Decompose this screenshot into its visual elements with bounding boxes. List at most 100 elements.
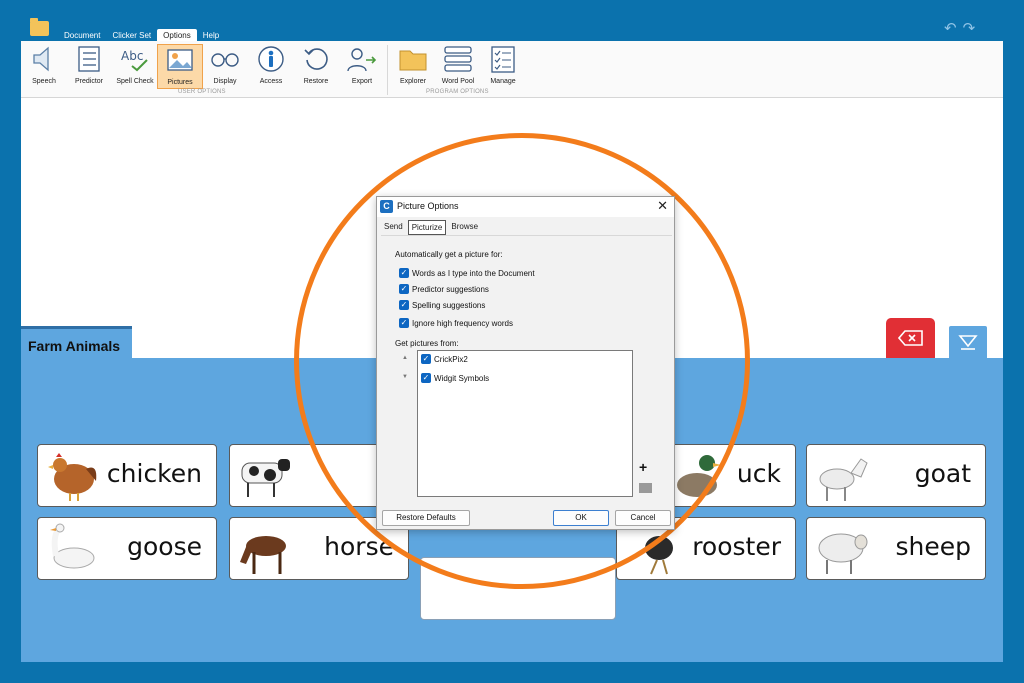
cow-picture xyxy=(241,459,290,497)
cell-word: goose xyxy=(127,532,202,561)
spell-check-icon: Abc xyxy=(112,44,158,74)
glasses-icon xyxy=(202,44,248,74)
cancel-button[interactable]: Cancel xyxy=(615,510,671,526)
manage-label: Manage xyxy=(490,78,516,85)
predictor-label: Predictor xyxy=(74,78,103,85)
delete-button[interactable] xyxy=(886,318,935,358)
user-options-group-label: USER OPTIONS xyxy=(178,89,226,95)
display-label: Display xyxy=(213,78,237,85)
dialog-title: Picture Options xyxy=(397,201,459,211)
backspace-icon xyxy=(897,330,923,346)
tab-picturize[interactable]: Picturize xyxy=(407,220,447,235)
cell-word: horse xyxy=(324,532,394,561)
cell-chicken[interactable]: chicken xyxy=(37,444,217,507)
picture-icon xyxy=(158,45,202,75)
cell-sheep[interactable]: sheep xyxy=(806,517,986,580)
folder-icon xyxy=(390,44,436,74)
option-words-as-typed[interactable]: ✓ Words as I type into the Document xyxy=(399,268,535,278)
export-user-icon xyxy=(339,44,385,74)
explorer-button[interactable]: Explorer xyxy=(390,44,436,89)
cell-word: chicken xyxy=(106,459,202,488)
horse-picture xyxy=(240,536,286,574)
source-label: Widgit Symbols xyxy=(434,373,490,383)
checkbox-checked-icon[interactable]: ✓ xyxy=(421,354,431,364)
cell-word: uck xyxy=(736,459,781,488)
access-label: Access xyxy=(259,78,283,85)
cell-hidden-2[interactable] xyxy=(420,557,616,620)
sheep-picture xyxy=(818,533,868,574)
speech-label: Speech xyxy=(32,78,56,85)
export-button[interactable]: Export xyxy=(339,44,385,89)
option-label: Predictor suggestions xyxy=(412,284,489,294)
move-up-icon[interactable]: ▲ xyxy=(402,355,408,361)
ribbon-separator xyxy=(387,45,388,95)
speaker-icon xyxy=(21,44,67,74)
checkbox-checked-icon[interactable]: ✓ xyxy=(399,300,409,310)
set-tab-farm-animals[interactable]: Farm Animals xyxy=(21,326,132,359)
source-crickpix2[interactable]: ✓ CrickPix2 xyxy=(421,354,468,364)
collapse-button[interactable] xyxy=(947,324,989,358)
restore-icon xyxy=(293,44,339,74)
option-label: Words as I type into the Document xyxy=(412,268,535,278)
manage-button[interactable]: Manage xyxy=(480,44,526,89)
word-pool-icon xyxy=(435,44,481,74)
word-pool-label: Word Pool xyxy=(441,78,475,85)
pictures-button[interactable]: Pictures xyxy=(157,44,203,89)
option-ignore-high-frequency[interactable]: ✓ Ignore high frequency words xyxy=(399,318,513,328)
app-folder-icon[interactable] xyxy=(30,18,49,36)
add-source-icon[interactable]: + xyxy=(639,459,647,475)
spell-check-button[interactable]: Abc Spell Check xyxy=(112,44,158,89)
restore-button[interactable]: Restore xyxy=(293,44,339,89)
program-options-group-label: PROGRAM OPTIONS xyxy=(426,89,489,95)
restore-label: Restore xyxy=(303,78,329,85)
tab-send[interactable]: Send xyxy=(381,220,406,235)
duck-picture xyxy=(677,455,721,497)
undo-redo: ↶ ↷ xyxy=(944,21,975,36)
checkbox-checked-icon[interactable]: ✓ xyxy=(399,284,409,294)
ok-button[interactable]: OK xyxy=(553,510,609,526)
tab-divider xyxy=(381,235,672,236)
cell-word: rooster xyxy=(692,532,781,561)
undo-icon[interactable]: ↶ xyxy=(944,21,957,36)
access-button[interactable]: Access xyxy=(248,44,294,89)
checkbox-checked-icon[interactable]: ✓ xyxy=(421,373,431,383)
picture-options-dialog: C Picture Options ✕ Send Picturize Brows… xyxy=(376,196,675,530)
explorer-label: Explorer xyxy=(399,78,427,85)
tab-browse[interactable]: Browse xyxy=(448,220,481,235)
dialog-tabs: Send Picturize Browse xyxy=(381,220,481,235)
source-widgit-symbols[interactable]: ✓ Widgit Symbols xyxy=(421,373,489,383)
remove-source-icon[interactable] xyxy=(639,483,652,493)
source-label: CrickPix2 xyxy=(434,354,468,364)
manage-checklist-icon xyxy=(480,44,526,74)
checkbox-checked-icon[interactable]: ✓ xyxy=(399,268,409,278)
auto-picture-heading: Automatically get a picture for: xyxy=(395,250,503,259)
accessibility-icon xyxy=(248,44,294,74)
set-tab-label: Farm Animals xyxy=(28,338,121,354)
checkbox-checked-icon[interactable]: ✓ xyxy=(399,318,409,328)
option-predictor-suggestions[interactable]: ✓ Predictor suggestions xyxy=(399,284,489,294)
word-pool-button[interactable]: Word Pool xyxy=(435,44,481,89)
triangle-down-icon xyxy=(958,335,978,350)
dialog-titlebar: C Picture Options ✕ xyxy=(377,197,674,217)
sources-heading: Get pictures from: xyxy=(395,339,459,348)
close-icon[interactable]: ✕ xyxy=(657,198,668,214)
pictures-label: Pictures xyxy=(167,79,193,86)
cell-word: sheep xyxy=(895,532,971,561)
option-label: Spelling suggestions xyxy=(412,300,486,310)
cell-goose[interactable]: goose xyxy=(37,517,217,580)
restore-defaults-button[interactable]: Restore Defaults xyxy=(382,510,470,526)
cell-goat[interactable]: goat xyxy=(806,444,986,507)
svg-text:Abc: Abc xyxy=(121,49,143,63)
cell-word: goat xyxy=(914,459,971,488)
ribbon-toolbar: Speech Predictor Abc Spell Check Picture… xyxy=(21,41,1003,98)
move-down-icon[interactable]: ▼ xyxy=(402,374,408,380)
goose-picture xyxy=(50,523,95,569)
goat-picture xyxy=(819,458,868,501)
clicker-logo-icon: C xyxy=(380,200,393,213)
predictor-button[interactable]: Predictor xyxy=(66,44,112,89)
redo-icon[interactable]: ↷ xyxy=(963,21,976,36)
speech-button[interactable]: Speech xyxy=(21,44,67,89)
option-spelling-suggestions[interactable]: ✓ Spelling suggestions xyxy=(399,300,485,310)
option-label: Ignore high frequency words xyxy=(412,318,513,328)
display-button[interactable]: Display xyxy=(202,44,248,89)
